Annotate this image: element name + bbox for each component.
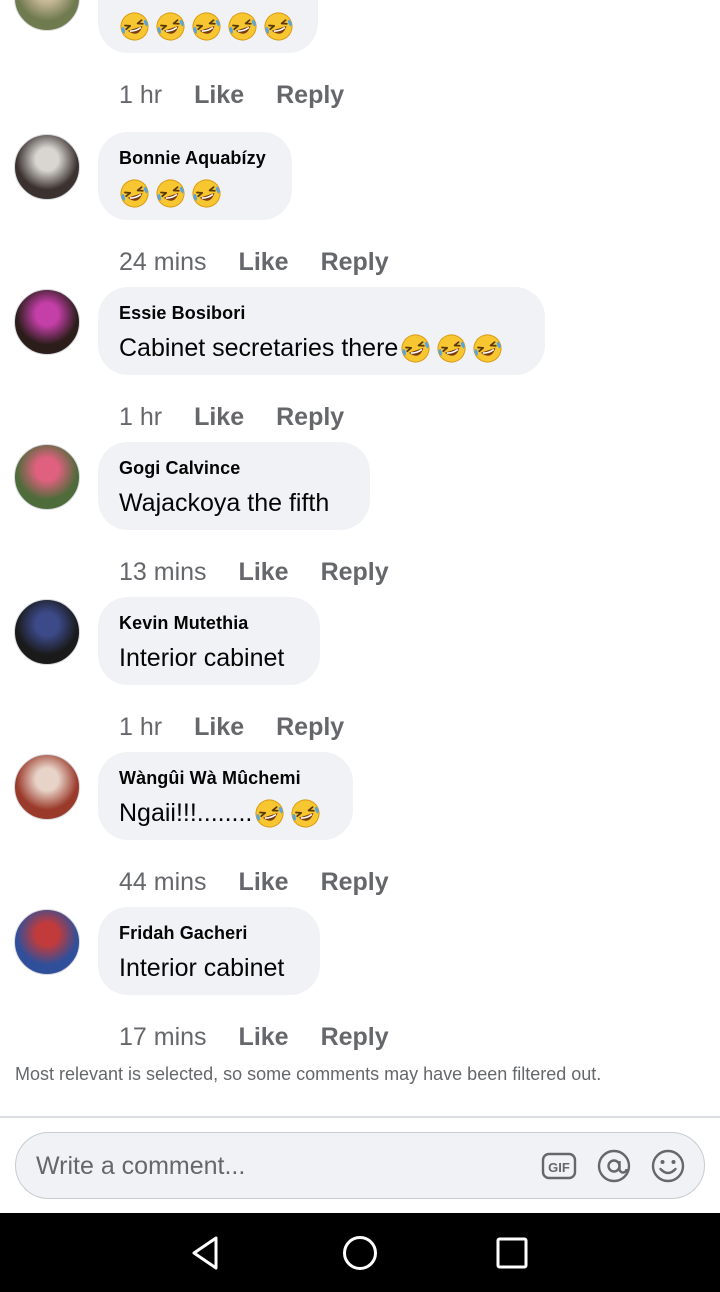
laughing-emoji-icon [192,178,221,208]
comment-actions: 13 mins Like Reply [119,557,389,587]
comment-text [119,178,270,208]
laughing-emoji-icon [192,11,221,41]
comment-text-content: Wajackoya the fifth [119,488,330,517]
like-button[interactable]: Like [239,1023,289,1052]
comment-actions: 1 hr Like Reply [119,80,344,110]
comment-author[interactable]: Wàngûi Wà Mûchemi [119,768,331,789]
emoji-icon[interactable] [650,1148,686,1184]
comment-input[interactable] [34,1133,518,1200]
at-mention-icon[interactable] [596,1148,632,1184]
comment-item: Gogi Calvince Wajackoya the fifth 13 mins L… [0,442,720,597]
comment-actions: 1 hr Like Reply [119,712,344,742]
avatar[interactable] [14,134,80,200]
comment-text: Ngaii!!!........ [119,798,331,828]
reply-button[interactable]: Reply [276,403,344,432]
avatar[interactable] [14,599,80,665]
svg-text:GIF: GIF [548,1160,570,1175]
laughing-emoji-icon [228,11,257,41]
laughing-emoji-icon [255,798,284,828]
like-button[interactable]: Like [239,248,289,277]
like-button[interactable]: Like [194,81,244,110]
like-button[interactable]: Like [239,868,289,897]
filter-note: Most relevant is selected, so some comme… [15,1064,602,1084]
comment-text-content: Cabinet secretaries there [119,333,399,362]
reply-button[interactable]: Reply [321,868,389,897]
comment-actions: 24 mins Like Reply [119,247,389,277]
comment-author[interactable]: Fridah Gacheri [119,923,298,944]
comment-author[interactable]: Mc Titto Koech [119,0,296,2]
comment-time: 44 mins [119,867,207,896]
comment-actions: 1 hr Like Reply [119,402,344,432]
comment-text-content: Interior cabinet [119,953,285,982]
comment-composer: GIF [15,1132,705,1200]
laughing-emoji-icon [264,11,293,41]
back-icon[interactable] [186,1233,226,1273]
laughing-emoji-icon [473,333,502,363]
emoji-group [254,798,321,829]
emoji-group [119,178,222,209]
comment-item: Mc Titto Koech 1 hr Like Reply [0,0,720,120]
comment-author[interactable]: Kevin Mutethia [119,613,298,634]
android-nav-bar [0,1213,720,1292]
avatar[interactable] [14,289,80,355]
comment-text: Cabinet secretaries there [119,333,523,363]
comment-bubble: Wàngûi Wà Mûchemi Ngaii!!!........ [98,752,353,840]
comment-bubble: Fridah Gacheri Interior cabinet [98,907,320,995]
reply-button[interactable]: Reply [321,1023,389,1052]
comment-text: Wajackoya the fifth [119,488,348,518]
avatar[interactable] [14,0,80,31]
laughing-emoji-icon [120,178,149,208]
reply-button[interactable]: Reply [321,248,389,277]
reply-button[interactable]: Reply [276,81,344,110]
avatar[interactable] [14,754,80,820]
comment-bubble: Kevin Mutethia Interior cabinet [98,597,320,685]
comment-bubble: Bonnie Aquabízy [98,132,292,220]
recents-icon[interactable] [492,1233,532,1273]
avatar[interactable] [14,909,80,975]
comment-time: 1 hr [119,80,163,109]
comment-bubble: Mc Titto Koech [98,0,318,53]
comment-text: Interior cabinet [119,953,298,983]
comment-author[interactable]: Gogi Calvince [119,458,348,479]
comment-time: 13 mins [119,557,207,586]
comment-item: Kevin Mutethia Interior cabinet 1 hr Like Re… [0,597,720,752]
emoji-group [119,11,294,42]
comment-time: 17 mins [119,1022,207,1051]
laughing-emoji-icon [437,333,466,363]
comment-text-content: Ngaii!!!........ [119,798,253,827]
comment-bubble: Essie Bosibori Cabinet secretaries there [98,287,545,375]
laughing-emoji-icon [401,333,430,363]
comment-text-content: Interior cabinet [119,643,285,672]
comment-time: 24 mins [119,247,207,276]
gif-icon[interactable]: GIF [541,1148,577,1184]
home-icon[interactable] [340,1233,380,1273]
avatar[interactable] [14,444,80,510]
comment-item: Wàngûi Wà Mûchemi Ngaii!!!........ 44 mins… [0,752,720,907]
comment-item: Essie Bosibori Cabinet secretaries there 1… [0,287,720,442]
comment-author[interactable]: Essie Bosibori [119,303,523,324]
comment-author[interactable]: Bonnie Aquabízy [119,148,270,169]
reply-button[interactable]: Reply [276,713,344,742]
reply-button[interactable]: Reply [321,558,389,587]
comment-item: Fridah Gacheri Interior cabinet 17 mins Lik… [0,907,720,1062]
comment-text: Interior cabinet [119,643,298,673]
laughing-emoji-icon [156,178,185,208]
comment-actions: 44 mins Like Reply [119,867,389,897]
like-button[interactable]: Like [239,558,289,587]
laughing-emoji-icon [120,11,149,41]
laughing-emoji-icon [291,798,320,828]
laughing-emoji-icon [156,11,185,41]
comment-time: 1 hr [119,402,163,431]
comment-bubble: Gogi Calvince Wajackoya the fifth [98,442,370,530]
emoji-group [400,333,503,364]
comment-time: 1 hr [119,712,163,741]
like-button[interactable]: Like [194,403,244,432]
comment-actions: 17 mins Like Reply [119,1022,389,1052]
like-button[interactable]: Like [194,713,244,742]
divider [0,1116,720,1118]
comment-item: Bonnie Aquabízy 24 mins Like Reply [0,132,720,287]
comment-text [119,11,296,41]
